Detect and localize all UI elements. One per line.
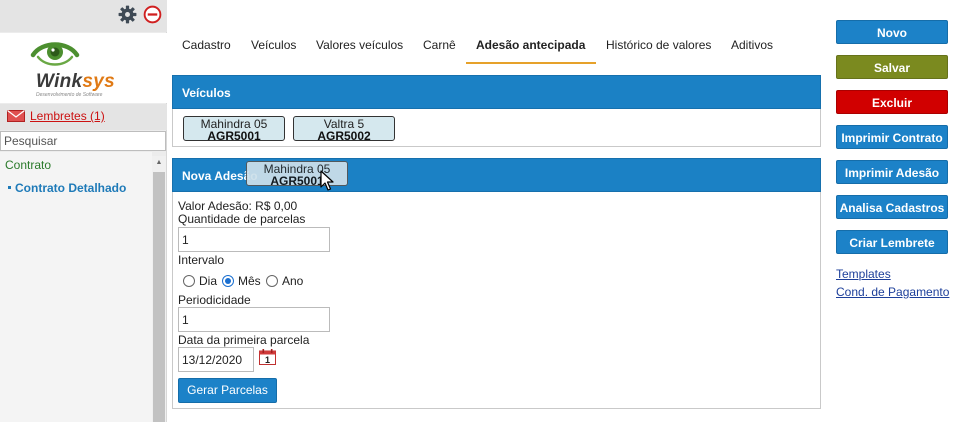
periodicidade-label: Periodicidade bbox=[178, 293, 251, 307]
nav-section-contrato[interactable]: Contrato bbox=[5, 158, 51, 172]
tab-historico-de-valores[interactable]: Histórico de valores bbox=[606, 38, 711, 52]
periodicidade-input[interactable] bbox=[178, 307, 330, 332]
analisa-cadastros-button[interactable]: Analisa Cadastros bbox=[836, 195, 948, 219]
templates-link[interactable]: Templates bbox=[836, 267, 891, 281]
gear-icon[interactable] bbox=[118, 5, 137, 24]
vehicle-code: AGR5002 bbox=[317, 129, 371, 143]
scrollbar-thumb[interactable] bbox=[153, 172, 165, 422]
date-input[interactable] bbox=[178, 347, 254, 372]
criar-lembrete-button[interactable]: Criar Lembrete bbox=[836, 230, 948, 254]
vehicles-panel-title: Veículos bbox=[182, 86, 231, 100]
tab-adesao-antecipada[interactable]: Adesão antecipada bbox=[476, 38, 585, 52]
intervalo-label: Intervalo bbox=[178, 253, 225, 267]
tab-aditivos[interactable]: Aditivos bbox=[731, 38, 773, 52]
sidebar-scrollbar[interactable]: ▲ bbox=[152, 156, 166, 422]
novo-button[interactable]: Novo bbox=[836, 20, 948, 44]
sidebar-toolbar bbox=[0, 0, 167, 32]
cond-pagamento-link[interactable]: Cond. de Pagamento bbox=[836, 285, 949, 299]
vehicle-code: AGR5001 bbox=[207, 129, 261, 143]
gerar-parcelas-button[interactable]: Gerar Parcelas bbox=[178, 378, 277, 403]
radio-ano-label: Ano bbox=[282, 274, 304, 288]
calendar-icon[interactable]: 1 bbox=[259, 349, 276, 365]
remove-circle-icon[interactable] bbox=[143, 5, 162, 24]
tab-cadastro[interactable]: Cadastro bbox=[182, 38, 231, 52]
envelope-icon[interactable] bbox=[7, 110, 25, 122]
tab-valores-veiculos[interactable]: Valores veículos bbox=[316, 38, 403, 52]
app-root: Winksys Desenvolvimento de Software Lemb… bbox=[0, 0, 953, 422]
active-tab-indicator bbox=[466, 62, 596, 64]
eye-logo-icon bbox=[30, 42, 80, 66]
bullet-icon bbox=[8, 186, 11, 189]
scroll-up-arrow-icon[interactable]: ▲ bbox=[152, 156, 166, 170]
vehicles-panel-header: Veículos bbox=[172, 75, 821, 109]
brand-tagline: Desenvolvimento de Software bbox=[36, 92, 103, 98]
calendar-day: 1 bbox=[265, 355, 270, 365]
nav-item-contrato-detalhado[interactable]: Contrato Detalhado bbox=[15, 181, 126, 195]
vehicle-chip[interactable]: Valtra 5 AGR5002 bbox=[293, 116, 395, 143]
tab-carne[interactable]: Carnê bbox=[423, 38, 456, 52]
radio-mes-label: Mês bbox=[238, 274, 261, 288]
mouse-cursor-icon bbox=[320, 170, 334, 191]
imprimir-contrato-button[interactable]: Imprimir Contrato bbox=[836, 125, 948, 149]
parcelas-label: Quantidade de parcelas bbox=[178, 212, 306, 226]
logo: Winksys Desenvolvimento de Software bbox=[0, 33, 167, 103]
parcelas-input[interactable] bbox=[178, 227, 330, 252]
data-primeira-parcela-label: Data da primeira parcela bbox=[178, 333, 310, 347]
radio-ano[interactable] bbox=[266, 275, 278, 287]
radio-mes[interactable] bbox=[222, 275, 234, 287]
salvar-button[interactable]: Salvar bbox=[836, 55, 948, 79]
radio-dia-label: Dia bbox=[199, 274, 218, 288]
brand-name: Winksys bbox=[36, 71, 116, 92]
imprimir-adesao-button[interactable]: Imprimir Adesão bbox=[836, 160, 948, 184]
tab-veiculos[interactable]: Veículos bbox=[251, 38, 296, 52]
search-input[interactable] bbox=[0, 131, 166, 151]
vehicle-chip[interactable]: Mahindra 05 AGR5001 bbox=[183, 116, 285, 143]
valor-adesao-text: Valor Adesão: R$ 0,00 bbox=[178, 199, 298, 213]
reminders-link[interactable]: Lembretes (1) bbox=[30, 109, 105, 123]
sidebar: Winksys Desenvolvimento de Software Lemb… bbox=[0, 0, 167, 422]
radio-dia[interactable] bbox=[183, 275, 195, 287]
excluir-button[interactable]: Excluir bbox=[836, 90, 948, 114]
